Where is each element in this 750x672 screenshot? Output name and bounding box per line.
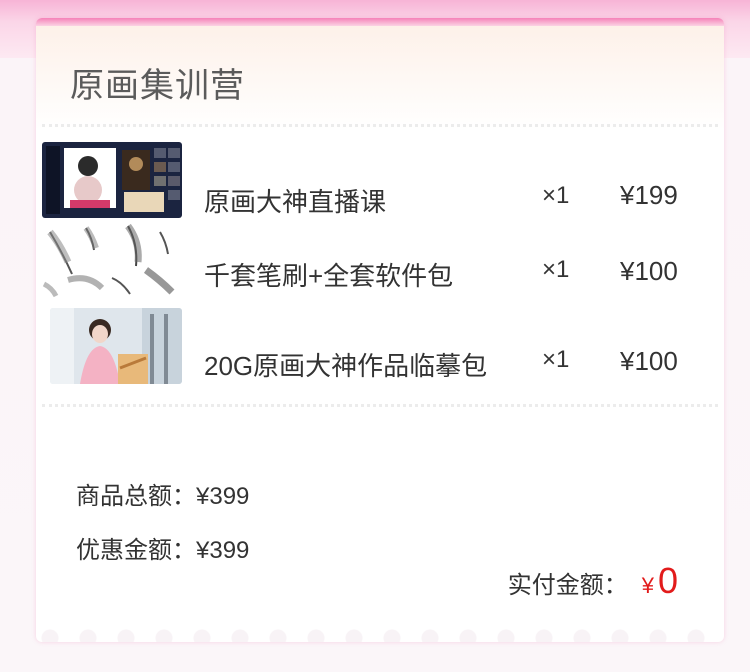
feather-brush-thumbnail [42, 222, 182, 298]
order-card: 原画集训营 原画大神直播课 ×1 ¥199 千套笔刷+全套软件包 ×1 ¥100… [36, 18, 724, 642]
item-name: 20G原画大神作品临摹包 [204, 351, 488, 381]
order-item[interactable]: 20G原画大神作品临摹包 ×1 ¥100 [36, 308, 724, 388]
item-name: 原画大神直播课 [204, 187, 387, 217]
artwork-pack-thumbnail [50, 308, 182, 384]
discount-label: 优惠金额： [76, 537, 196, 564]
scalloped-edge [36, 624, 724, 642]
item-price: ¥100 [620, 256, 678, 286]
item-price: ¥100 [620, 346, 678, 376]
item-price: ¥199 [620, 180, 678, 210]
paid-label: 实付金额： [507, 572, 628, 599]
paid-currency: ¥ [641, 573, 654, 598]
discount-row: 优惠金额：¥399 [76, 530, 249, 565]
divider [42, 404, 718, 407]
live-course-thumbnail [42, 142, 182, 218]
order-item[interactable]: 原画大神直播课 ×1 ¥199 [36, 142, 724, 222]
item-name: 千套笔刷+全套软件包 [204, 261, 454, 291]
discount-value: ¥399 [196, 537, 250, 564]
item-quantity: ×1 [542, 346, 570, 373]
item-quantity: ×1 [542, 256, 570, 283]
paid-amount: 0 [657, 560, 678, 601]
divider [42, 124, 718, 127]
subtotal-value: ¥399 [196, 483, 250, 510]
subtotal-row: 商品总额：¥399 [76, 476, 249, 511]
card-top-rim [36, 18, 724, 26]
order-item[interactable]: 千套笔刷+全套软件包 ×1 ¥100 [36, 222, 724, 302]
subtotal-label: 商品总额： [76, 483, 196, 510]
paid-row: 实付金额： ¥0 [507, 560, 678, 601]
item-quantity: ×1 [542, 182, 570, 209]
course-title: 原画集训营 [70, 67, 245, 105]
